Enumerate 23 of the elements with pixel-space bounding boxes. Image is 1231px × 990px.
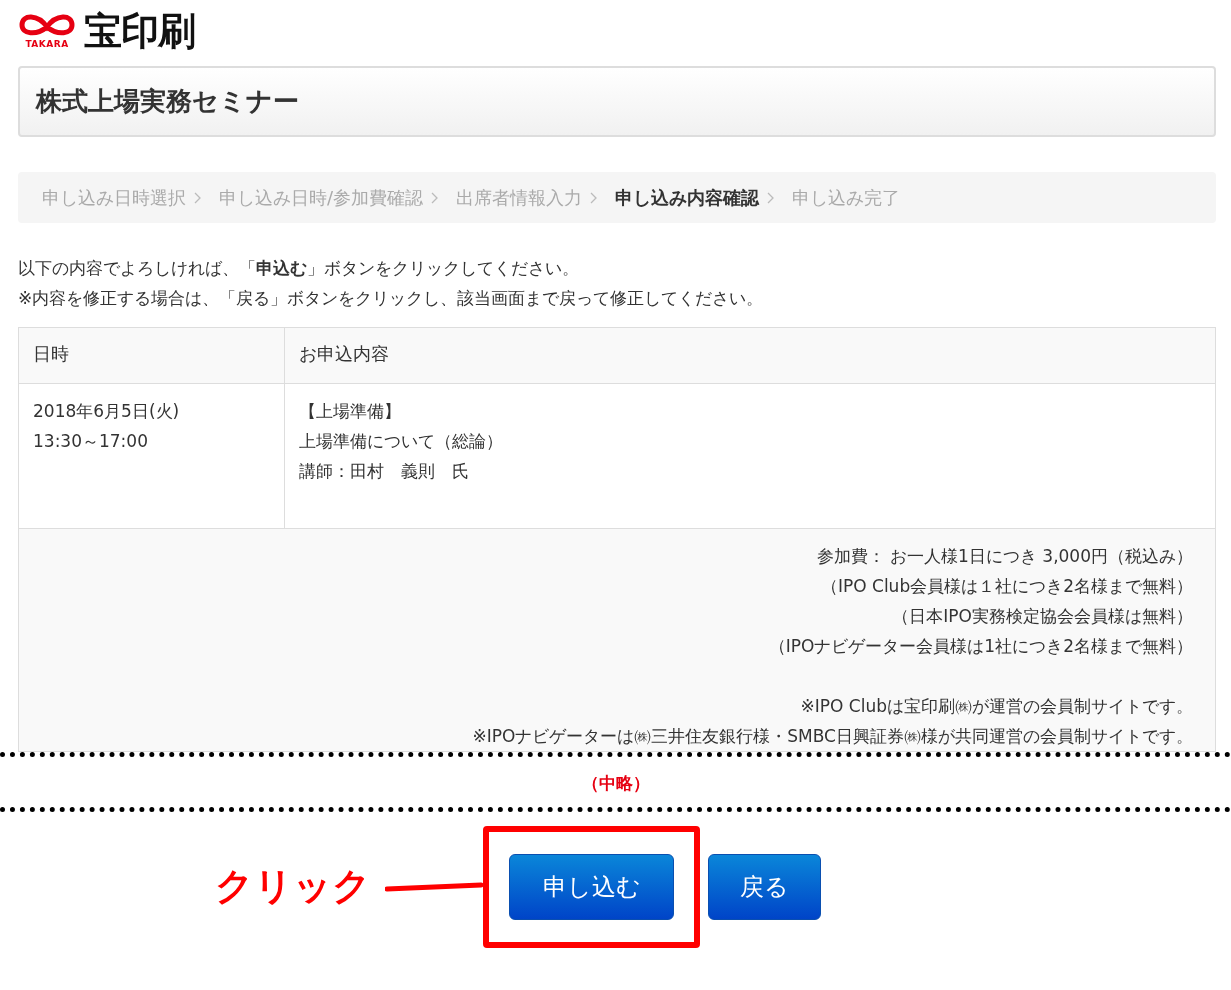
chevron-icon xyxy=(590,191,598,204)
page-title: 株式上場実務セミナー xyxy=(18,66,1216,137)
step-label: 出席者情報入力 xyxy=(456,186,583,210)
chevron-icon xyxy=(431,191,439,204)
step-label: 申し込み完了 xyxy=(792,186,901,210)
instruction-text: 以下の内容でよろしければ、「申込む」ボタンをクリックしてください。 xyxy=(18,257,580,280)
omission-note: （中略） xyxy=(581,773,650,793)
step-label: 申し込み日時/参加費確認 xyxy=(219,186,424,210)
instruction-text: ※内容を修正する場合は、「戻る」ボタンをクリックし、該当画面まで戻って修正してください。 xyxy=(18,287,765,310)
chevron-icon xyxy=(194,191,201,204)
step-label: 申し込み内容確認 xyxy=(615,186,760,210)
chevron-icon xyxy=(767,191,775,204)
back-button[interactable]: 戻る xyxy=(708,853,821,920)
datetime-cell: 2018年6月5日(火) 13:30～17:00 xyxy=(18,383,285,529)
content-cell: 【上場準備】 上場準備について（総論） 講師：田村 義則 氏 xyxy=(284,383,1216,529)
submit-button[interactable]: 申し込む xyxy=(509,853,674,920)
column-header: お申込内容 xyxy=(284,327,1216,384)
logo-name: 宝印刷 xyxy=(84,12,195,50)
logo-text: TAKARA xyxy=(25,39,69,49)
step-label: 申し込み日時選択 xyxy=(42,186,186,210)
fee-cell: 参加費： お一人様1日につき 3,000円（税込み） （IPO Club会員様は１社につき2名様まで無料） （日本IPO実務検定協会会員様は無料） （IPOナビゲーター会員様は1社につき2名様まで無料） ※IPO Clubは宝印刷㈱が運営の会員制サイトです。 ※IPOナビゲーターは㈱三井住友銀行様・SMBC日興証券㈱様が共同運営の会員制サイトです。 xyxy=(18,528,1216,752)
callout-label: クリック xyxy=(215,863,371,910)
column-header: 日時 xyxy=(18,327,285,384)
